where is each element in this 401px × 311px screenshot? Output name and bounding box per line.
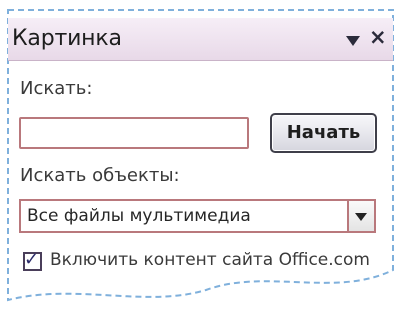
checkmark-icon: ✓ bbox=[24, 249, 40, 270]
media-type-select[interactable]: Все файлы мультимедиа bbox=[19, 199, 376, 233]
chevron-down-icon bbox=[355, 213, 367, 221]
include-office-content-label[interactable]: Включить контент сайта Office.com bbox=[50, 250, 370, 270]
go-button[interactable]: Начать bbox=[270, 113, 377, 153]
pane-title: Картинка bbox=[12, 26, 122, 51]
search-label: Искать: bbox=[20, 78, 93, 99]
include-office-content-checkbox[interactable]: ✓ bbox=[23, 249, 42, 271]
media-type-selected: Все файлы мультимедиа bbox=[27, 206, 251, 226]
select-dropdown-button[interactable] bbox=[347, 201, 374, 231]
close-icon[interactable]: × bbox=[369, 25, 387, 49]
objects-label: Искать объекты: bbox=[20, 165, 180, 186]
pane-title-bar: Картинка × bbox=[8, 18, 393, 61]
dropdown-triangle-icon[interactable] bbox=[346, 36, 360, 46]
clip-art-task-pane: Картинка × Искать: Начать Искать объекты… bbox=[6, 8, 395, 305]
search-input[interactable] bbox=[19, 117, 249, 149]
